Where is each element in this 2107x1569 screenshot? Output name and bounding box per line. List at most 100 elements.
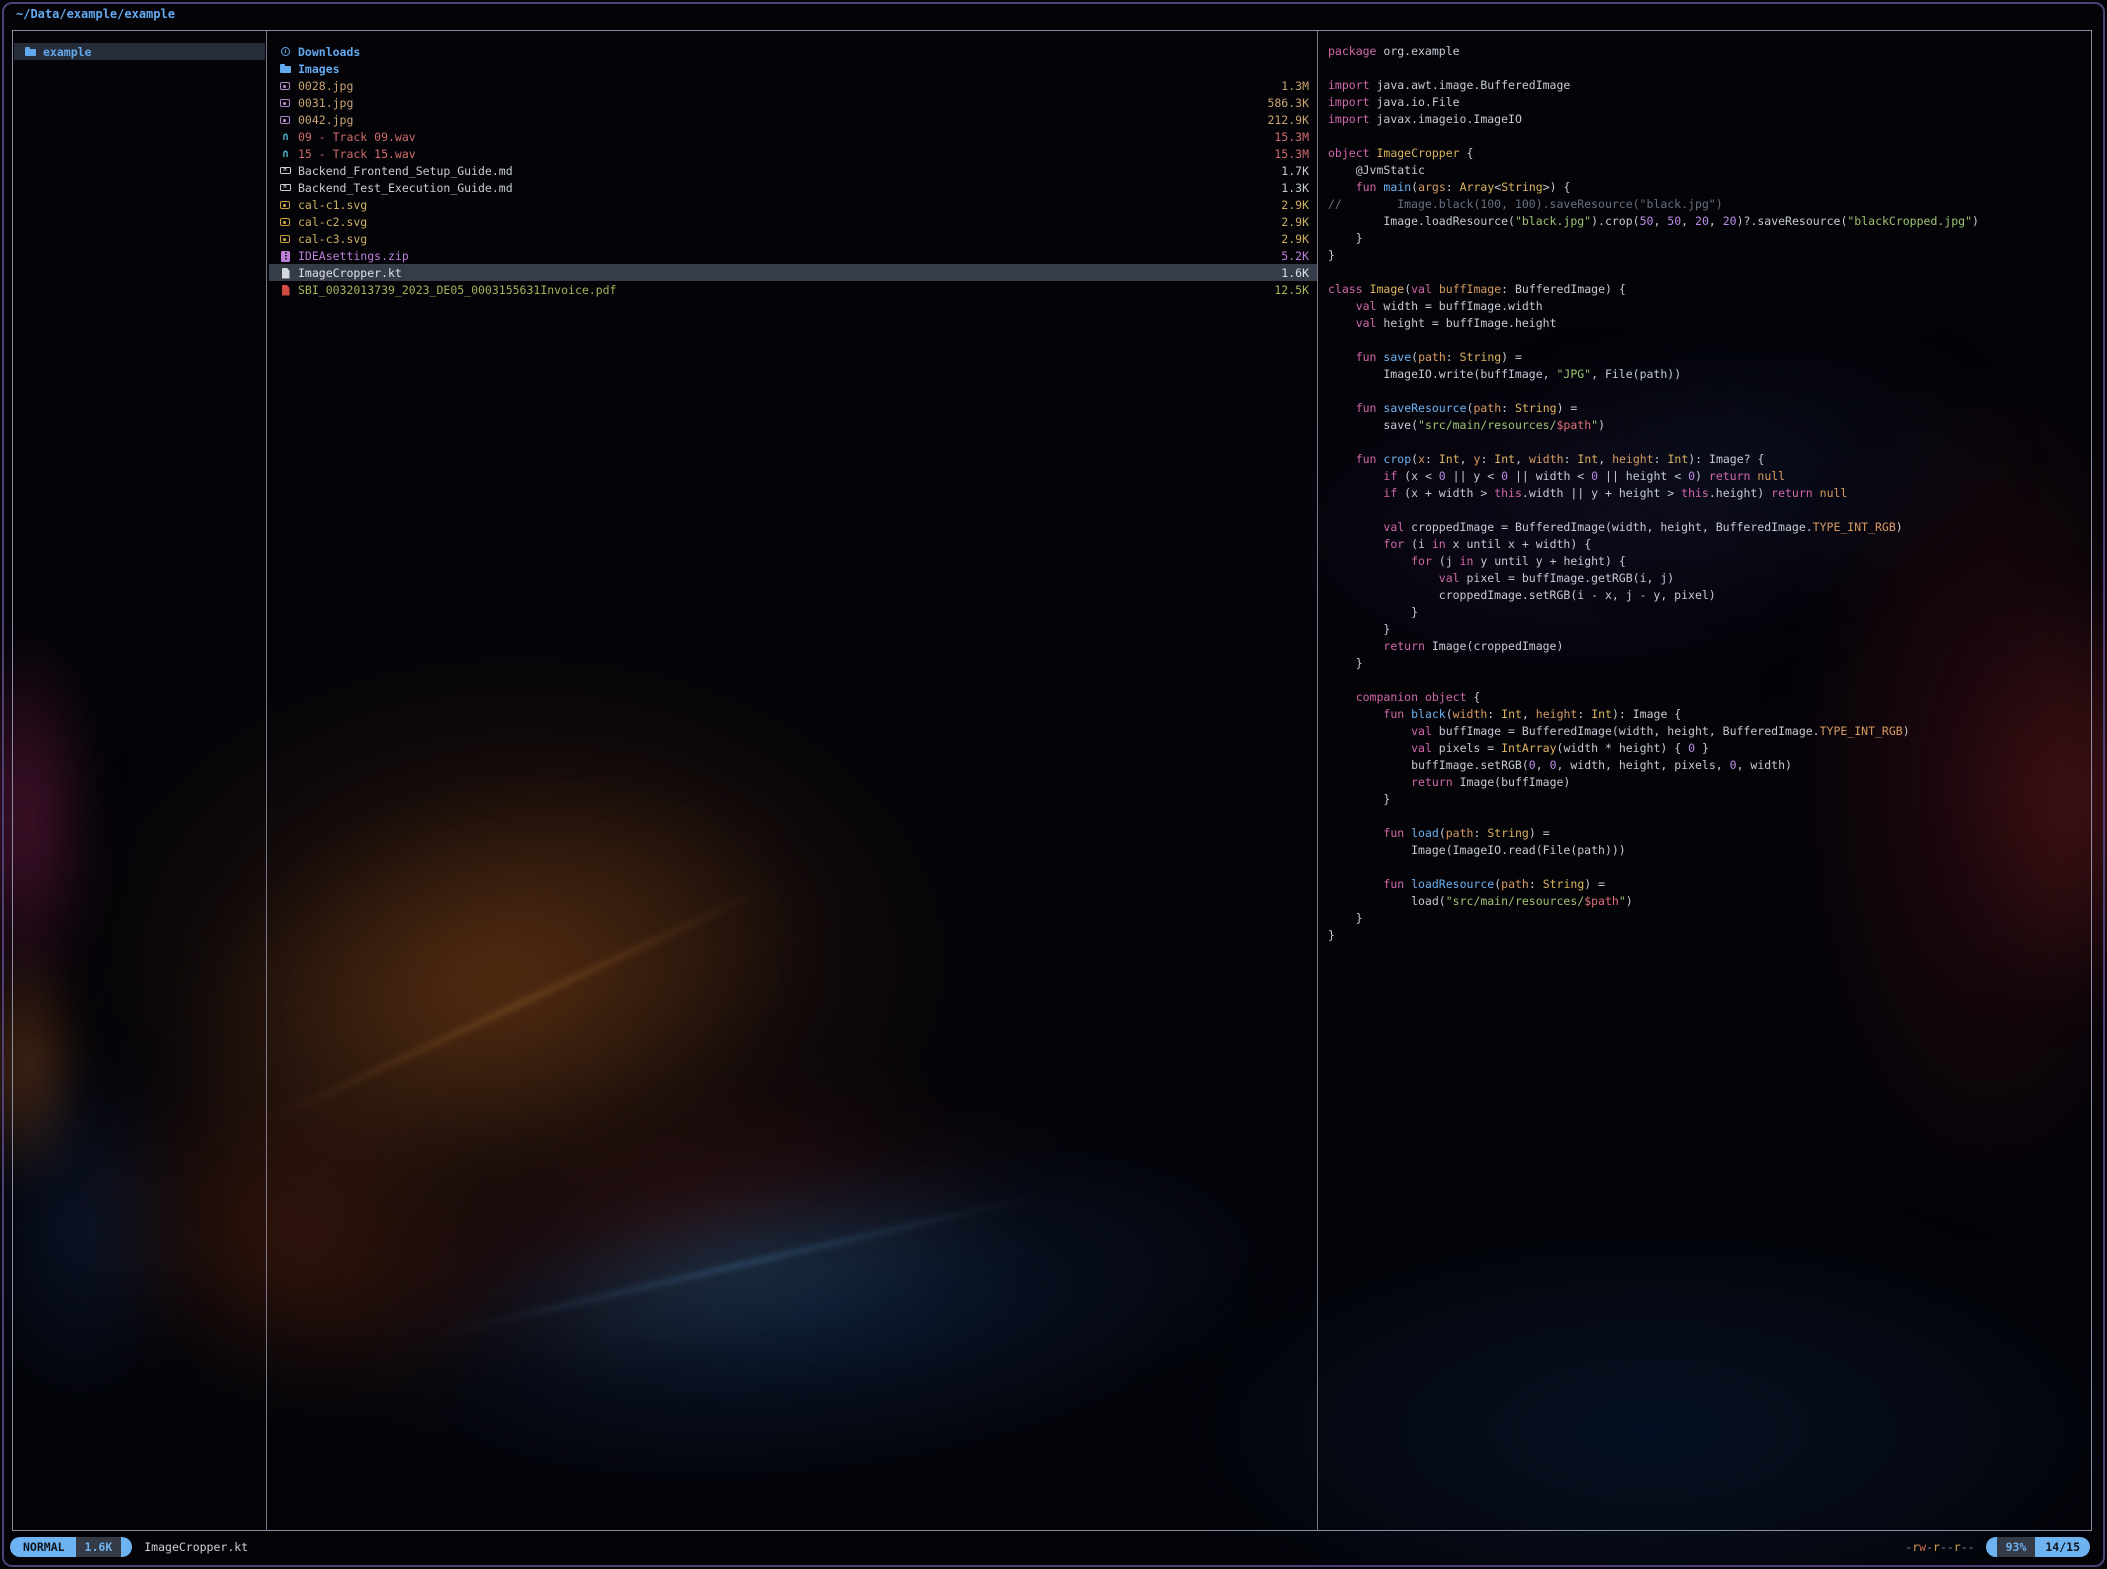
code-line (1328, 859, 2087, 876)
folder-icon (279, 60, 292, 77)
code-line: ImageIO.write(buffImage, "JPG", File(pat… (1328, 366, 2087, 383)
file-size: 12.5K (1274, 283, 1309, 297)
image-purple-icon (279, 77, 292, 94)
code-line: } (1328, 604, 2087, 621)
file-row[interactable]: ImageCropper.kt1.6K (269, 264, 1317, 281)
file-name: Images (298, 62, 340, 76)
code-line: val width = buffImage.width (1328, 298, 2087, 315)
file-row[interactable]: Backend_Test_Execution_Guide.md1.3K (269, 179, 1317, 196)
file-name: IDEAsettings.zip (298, 249, 409, 263)
file-name: cal-c1.svg (298, 198, 367, 212)
file-size: 2.9K (1281, 232, 1309, 246)
file-size: 212.9K (1267, 113, 1309, 127)
breadcrumb-path: ~/Data/example/example (16, 7, 175, 21)
status-right-group: -rw-r--r-- 93% 14/15 (1905, 1537, 2090, 1557)
code-line (1328, 502, 2087, 519)
file-size: 15.3M (1274, 130, 1309, 144)
file-name: Backend_Frontend_Setup_Guide.md (298, 164, 513, 178)
folder-icon (24, 43, 37, 60)
code-line: fun saveResource(path: String) = (1328, 400, 2087, 417)
file-row[interactable]: 15 - Track 15.wav 15.3M (269, 145, 1317, 162)
file-name: Downloads (298, 45, 360, 59)
code-line: val croppedImage = BufferedImage(width, … (1328, 519, 2087, 536)
folder-download-icon (279, 43, 292, 60)
code-line: fun save(path: String) = (1328, 349, 2087, 366)
file-manager-panes: example Downloads Images 0028.jpg 1.3M0031.… (12, 30, 2092, 1531)
code-line: if (x < 0 || y < 0 || width < 0 || heigh… (1328, 468, 2087, 485)
file-size-badge: 1.6K (76, 1537, 122, 1557)
code-line: buffImage.setRGB(0, 0, width, height, pi… (1328, 757, 2087, 774)
code-line: import java.io.File (1328, 94, 2087, 111)
file-row[interactable]: 0042.jpg212.9K (269, 111, 1317, 128)
pdf-icon (279, 281, 292, 298)
file-name: SBI_0032013739_2023_DE05_0003155631Invoi… (298, 283, 617, 297)
code-line: val height = buffImage.height (1328, 315, 2087, 332)
file-name: cal-c3.svg (298, 232, 367, 246)
markdown-icon (279, 179, 292, 196)
code-line: } (1328, 247, 2087, 264)
code-line (1328, 808, 2087, 825)
code-line: for (i in x until x + width) { (1328, 536, 2087, 553)
file-row[interactable]: 09 - Track 09.wav 15.3M (269, 128, 1317, 145)
code-line: } (1328, 791, 2087, 808)
code-line: object ImageCropper { (1328, 145, 2087, 162)
code-line (1328, 672, 2087, 689)
preview-pane: package org.exampleimport java.awt.image… (1328, 43, 2087, 1526)
image-yellow-icon (279, 213, 292, 230)
file-row[interactable]: Backend_Frontend_Setup_Guide.md1.7K (269, 162, 1317, 179)
file-row[interactable]: cal-c3.svg 2.9K (269, 230, 1317, 247)
code-line: save("src/main/resources/$path") (1328, 417, 2087, 434)
code-line: val pixels = IntArray(width * height) { … (1328, 740, 2087, 757)
code-line: @JvmStatic (1328, 162, 2087, 179)
code-line (1328, 383, 2087, 400)
file-name: 09 - Track 09.wav (298, 130, 416, 144)
code-line: } (1328, 230, 2087, 247)
parent-pane: example (14, 43, 265, 60)
pill-cap-left (1986, 1537, 1997, 1557)
image-purple-icon (279, 111, 292, 128)
file-name: 0028.jpg (298, 79, 353, 93)
pane-separator-right (1317, 31, 1318, 1530)
file-row[interactable]: 0028.jpg 1.3M (269, 77, 1317, 94)
code-line: croppedImage.setRGB(i - x, j - y, pixel) (1328, 587, 2087, 604)
file-row[interactable]: 0031.jpg586.3K (269, 94, 1317, 111)
code-line: } (1328, 927, 2087, 944)
file-size: 1.3K (1281, 181, 1309, 195)
code-line: val buffImage = BufferedImage(width, hei… (1328, 723, 2087, 740)
code-line: companion object { (1328, 689, 2087, 706)
file-row[interactable]: cal-c2.svg2.9K (269, 213, 1317, 230)
file-row[interactable]: cal-c1.svg 2.9K (269, 196, 1317, 213)
code-line: import javax.imageio.ImageIO (1328, 111, 2087, 128)
pill-cap-right (121, 1537, 132, 1557)
scroll-percent-badge: 93% (1997, 1537, 2036, 1557)
file-size: 2.9K (1281, 198, 1309, 212)
code-line: return Image(buffImage) (1328, 774, 2087, 791)
current-pane: Downloads Images 0028.jpg 1.3M0031.jpg586.3… (269, 43, 1317, 298)
mode-badge: NORMAL (10, 1537, 76, 1557)
code-line: Image.loadResource("black.jpg").crop(50,… (1328, 213, 2087, 230)
file-name: ImageCropper.kt (298, 266, 402, 280)
file-row[interactable]: IDEAsettings.zip 5.2K (269, 247, 1317, 264)
code-line: fun load(path: String) = (1328, 825, 2087, 842)
file-row[interactable]: Images (269, 60, 1317, 77)
file-row[interactable]: Downloads (269, 43, 1317, 60)
code-line: fun loadResource(path: String) = (1328, 876, 2087, 893)
file-size: 15.3M (1274, 147, 1309, 161)
code-line (1328, 264, 2087, 281)
file-row[interactable]: SBI_0032013739_2023_DE05_0003155631Invoi… (269, 281, 1317, 298)
image-yellow-icon (279, 230, 292, 247)
code-line: import java.awt.image.BufferedImage (1328, 77, 2087, 94)
file-row[interactable]: example (14, 43, 265, 60)
file-name: example (43, 45, 91, 59)
position-badge: 14/15 (2035, 1537, 2090, 1557)
code-line (1328, 434, 2087, 451)
file-name: 15 - Track 15.wav (298, 147, 416, 161)
file-size: 5.2K (1281, 249, 1309, 263)
file-icon (279, 264, 292, 281)
position-pill: 93% 14/15 (1986, 1537, 2090, 1557)
terminal-screen: ~/Data/example/example example Downloads… (0, 0, 2107, 1569)
code-line: val pixel = buffImage.getRGB(i, j) (1328, 570, 2087, 587)
code-line: fun crop(x: Int, y: Int, width: Int, hei… (1328, 451, 2087, 468)
code-line (1328, 60, 2087, 77)
file-size: 1.3M (1281, 79, 1309, 93)
